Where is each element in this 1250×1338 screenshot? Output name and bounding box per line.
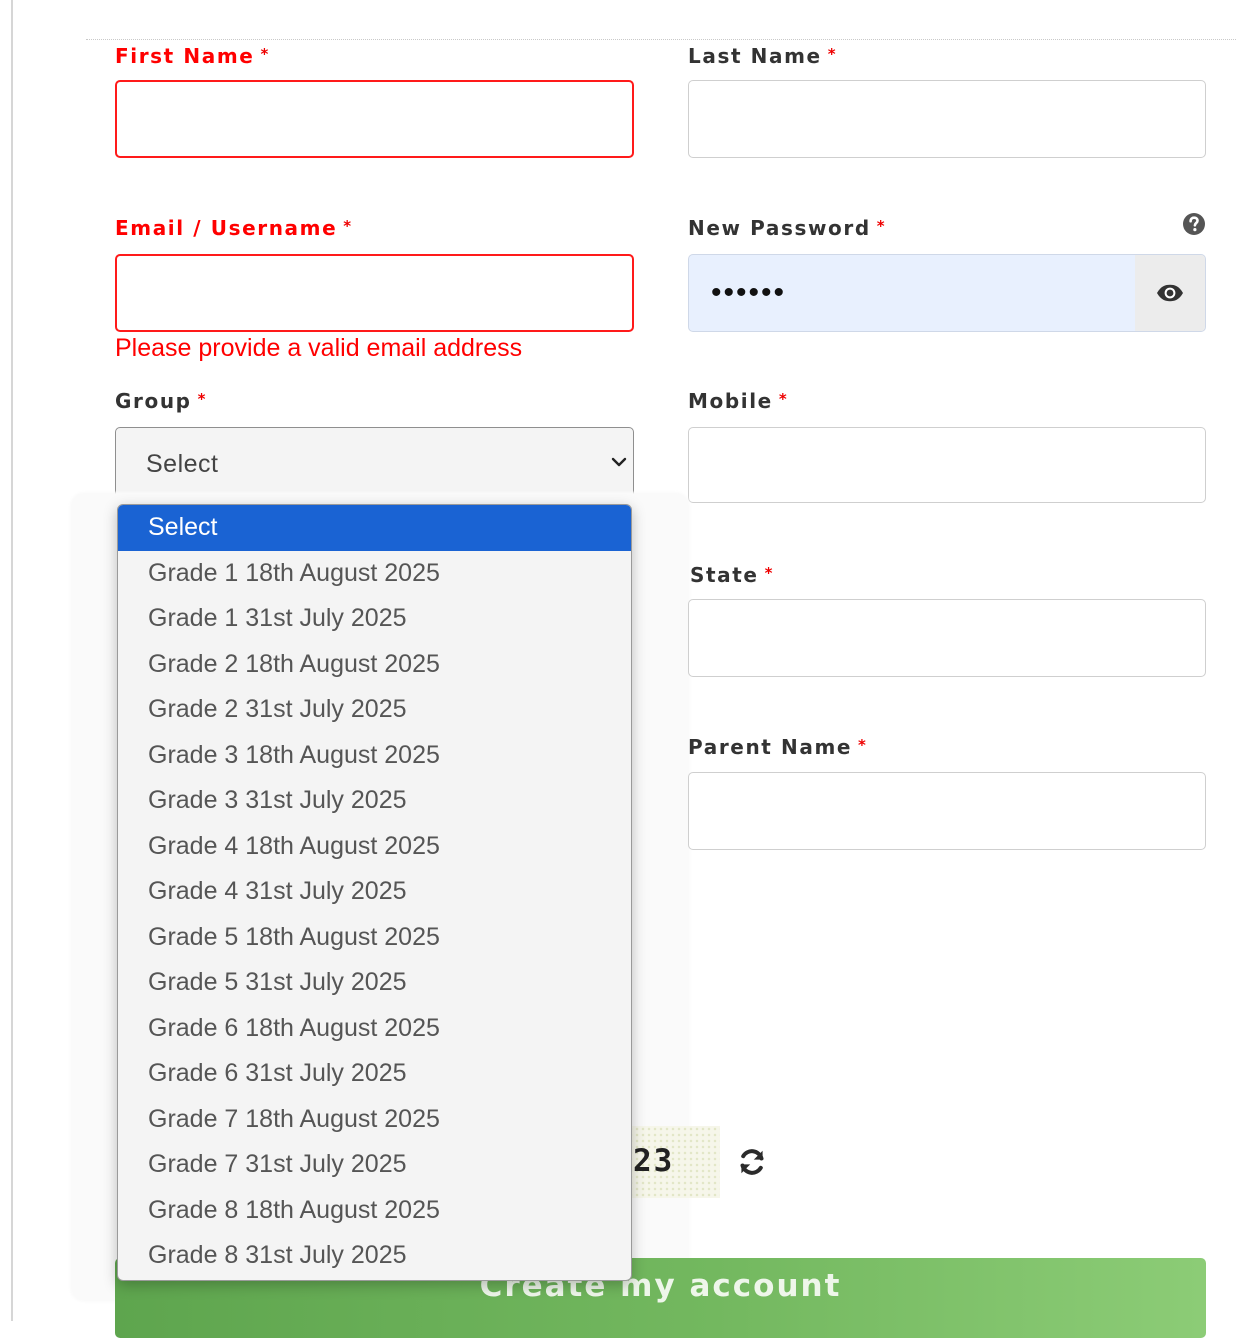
state-label-text: State — [690, 563, 759, 587]
dropdown-option[interactable]: Grade 5 18th August 2025 — [118, 915, 631, 961]
group-selected-value: Select — [146, 450, 219, 478]
dropdown-option[interactable]: Grade 7 18th August 2025 — [118, 1097, 631, 1143]
dropdown-option[interactable]: Grade 1 18th August 2025 — [118, 551, 631, 597]
required-mark: * — [343, 217, 353, 235]
mobile-label: Mobile * — [688, 389, 788, 413]
required-mark: * — [778, 390, 789, 408]
refresh-icon[interactable] — [737, 1147, 767, 1182]
required-mark: * — [764, 564, 775, 582]
mobile-input[interactable] — [689, 428, 1205, 502]
dropdown-option[interactable]: Grade 4 18th August 2025 — [118, 824, 631, 870]
email-input[interactable] — [117, 256, 632, 330]
dropdown-option[interactable]: Grade 6 31st July 2025 — [118, 1051, 631, 1097]
parent-name-field[interactable] — [688, 772, 1206, 850]
email-label: Email / Username * — [115, 216, 353, 240]
captcha-text: 23 — [633, 1143, 675, 1179]
question-circle-icon[interactable] — [1182, 212, 1206, 241]
dropdown-option[interactable]: Grade 3 18th August 2025 — [118, 733, 631, 779]
mobile-field[interactable] — [688, 427, 1206, 503]
new-password-label: New Password * — [688, 216, 886, 240]
state-label: State * — [690, 563, 774, 587]
email-field[interactable] — [115, 254, 634, 332]
required-mark: * — [827, 45, 838, 63]
dropdown-option[interactable]: Grade 3 31st July 2025 — [118, 778, 631, 824]
new-password-label-text: New Password — [688, 216, 871, 240]
parent-name-label-text: Parent Name — [688, 735, 853, 759]
dropdown-option[interactable]: Grade 4 31st July 2025 — [118, 869, 631, 915]
chevron-down-icon — [611, 454, 627, 475]
required-mark: * — [260, 45, 270, 63]
new-password-field[interactable] — [688, 254, 1206, 332]
last-name-label: Last Name * — [688, 44, 837, 68]
state-input[interactable] — [689, 600, 1205, 676]
first-name-label-text: First Name — [115, 44, 255, 68]
required-mark: * — [876, 217, 887, 235]
dropdown-option[interactable]: Grade 5 31st July 2025 — [118, 960, 631, 1006]
first-name-field[interactable] — [115, 80, 634, 158]
dropdown-option[interactable]: Grade 7 31st July 2025 — [118, 1142, 631, 1188]
last-name-input[interactable] — [689, 81, 1205, 157]
required-mark: * — [858, 736, 868, 754]
parent-name-label: Parent Name * — [688, 735, 868, 759]
dropdown-option-select[interactable]: Select — [118, 505, 631, 551]
dropdown-option[interactable]: Grade 6 18th August 2025 — [118, 1006, 631, 1052]
group-label: Group * — [115, 389, 207, 413]
new-password-input[interactable] — [689, 255, 1137, 331]
state-field[interactable] — [688, 599, 1206, 677]
dropdown-option[interactable]: Grade 2 18th August 2025 — [118, 642, 631, 688]
group-label-text: Group — [115, 389, 192, 413]
dropdown-option[interactable]: Grade 8 18th August 2025 — [118, 1188, 631, 1234]
required-mark: * — [197, 390, 208, 408]
parent-name-input[interactable] — [689, 773, 1205, 849]
eye-icon[interactable] — [1135, 255, 1205, 331]
page-left-border — [11, 0, 13, 1321]
dropdown-option[interactable]: Grade 8 31st July 2025 — [118, 1233, 631, 1279]
first-name-input[interactable] — [117, 82, 632, 156]
last-name-field[interactable] — [688, 80, 1206, 158]
first-name-label: First Name * — [115, 44, 270, 68]
form-top-divider — [86, 39, 1236, 40]
email-label-text: Email / Username — [115, 216, 338, 240]
dropdown-option[interactable]: Grade 2 31st July 2025 — [118, 687, 631, 733]
dropdown-option[interactable]: Grade 1 31st July 2025 — [118, 596, 631, 642]
group-dropdown-list[interactable]: Select Grade 1 18th August 2025 Grade 1 31… — [117, 504, 632, 1281]
last-name-label-text: Last Name — [688, 44, 822, 68]
email-error-message: Please provide a valid email address — [115, 334, 523, 362]
mobile-label-text: Mobile — [688, 389, 773, 413]
